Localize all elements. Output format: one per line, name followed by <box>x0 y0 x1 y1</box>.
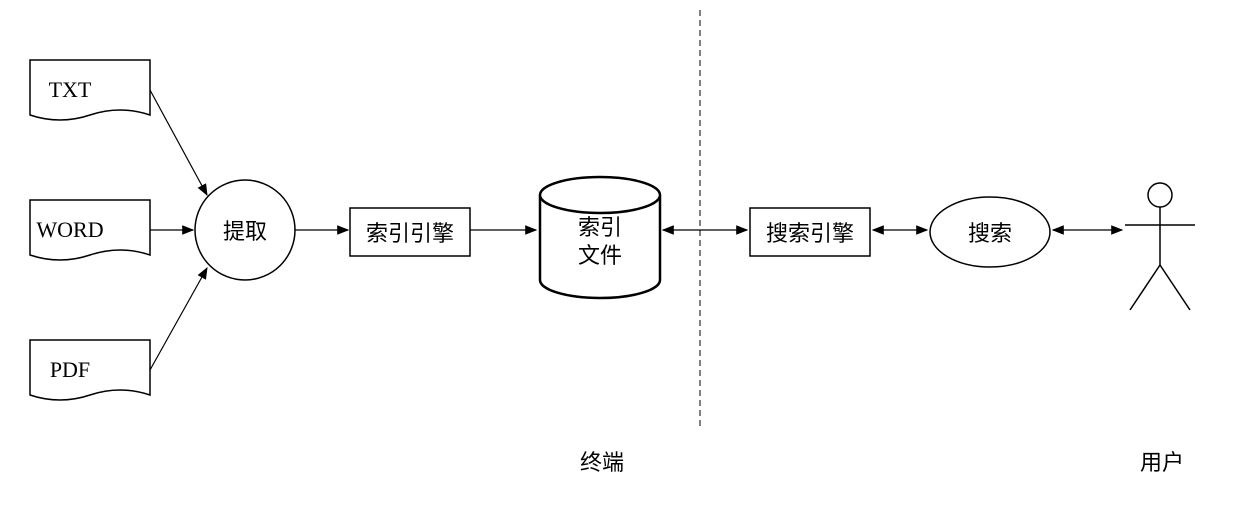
doc-txt-label: TXT <box>49 77 92 102</box>
index-engine-label: 索引引擎 <box>366 221 454 246</box>
arrow-txt-extract <box>150 90 207 195</box>
extract-label: 提取 <box>223 219 267 244</box>
user-label: 用户 <box>1140 450 1184 475</box>
search-engine-label: 搜索引擎 <box>766 221 854 246</box>
diagram-container: TXT WORD PDF 提取 索引引擎 索引 文件 搜索引擎 搜索 <box>0 0 1240 529</box>
arrow-pdf-extract <box>150 268 207 370</box>
terminal-label: 终端 <box>580 450 624 475</box>
index-file-label-1: 索引 <box>578 215 622 240</box>
doc-word-label: WORD <box>36 217 103 242</box>
extract-node: 提取 <box>195 180 295 280</box>
doc-pdf: PDF <box>30 340 150 400</box>
search-node: 搜索 <box>930 197 1050 267</box>
doc-txt: TXT <box>30 60 150 120</box>
index-file-node: 索引 文件 <box>540 177 660 298</box>
doc-word: WORD <box>30 200 150 260</box>
search-engine-node: 搜索引擎 <box>750 208 870 256</box>
user-icon <box>1125 183 1195 310</box>
search-label: 搜索 <box>968 221 1012 246</box>
doc-pdf-label: PDF <box>50 357 90 382</box>
index-engine-node: 索引引擎 <box>350 208 470 256</box>
index-file-label-2: 文件 <box>578 243 622 268</box>
